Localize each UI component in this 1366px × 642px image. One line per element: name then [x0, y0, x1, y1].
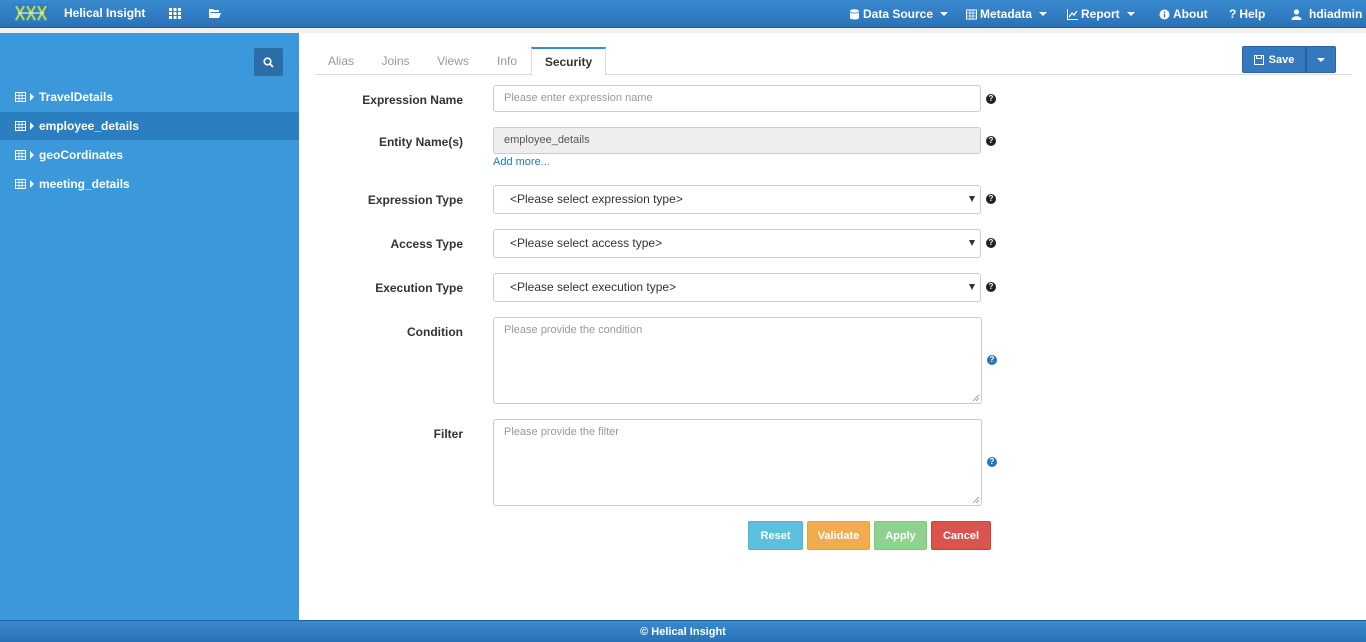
top-navbar: Helical Insight Data Source Metadata Rep…	[0, 0, 1366, 28]
menu-data-source[interactable]: Data Source	[849, 7, 949, 21]
menu-report-label: Report	[1081, 7, 1120, 21]
condition-textarea[interactable]: Please provide the condition	[493, 317, 982, 404]
user-icon	[1291, 8, 1302, 20]
menu-metadata[interactable]: Metadata	[966, 7, 1048, 21]
tab-info[interactable]: Info	[487, 47, 527, 75]
chevron-down-icon	[969, 196, 975, 202]
tab-security[interactable]: Security	[531, 47, 606, 76]
sidebar-item-meeting-details[interactable]: meeting_details	[0, 170, 299, 198]
help-icon[interactable]: ?	[987, 355, 997, 365]
sidebar-item-label: employee_details	[39, 119, 140, 133]
entity-names-label: Entity Name(s)	[378, 135, 463, 149]
caret-right-icon	[30, 151, 34, 159]
sidebar-item-label: meeting_details	[39, 177, 130, 191]
save-button-group: Save	[1242, 46, 1336, 73]
database-icon	[850, 8, 859, 19]
condition-placeholder: Please provide the condition	[504, 324, 643, 336]
access-type-value: <Please select access type>	[510, 236, 663, 250]
menu-data-source-label: Data Source	[863, 7, 934, 21]
copyright-icon: ©	[640, 625, 649, 638]
caret-right-icon	[30, 122, 34, 130]
chevron-down-icon	[969, 240, 975, 246]
menu-about[interactable]: About	[1159, 7, 1208, 21]
menu-report[interactable]: Report	[1067, 7, 1135, 21]
cancel-button[interactable]: Cancel	[931, 521, 991, 550]
footer: © Helical Insight	[0, 620, 1366, 642]
add-more-link[interactable]: Add more...	[493, 156, 550, 168]
entity-names-input: employee_details	[493, 127, 981, 154]
sidebar: TravelDetails employee_details geoCordin…	[0, 33, 299, 620]
chevron-down-icon	[1317, 57, 1325, 62]
execution-type-value: <Please select execution type>	[510, 280, 677, 294]
save-button[interactable]: Save	[1242, 46, 1306, 73]
sidebar-item-employee-details[interactable]: employee_details	[0, 112, 299, 140]
validate-button[interactable]: Validate	[807, 521, 870, 550]
expression-type-value: <Please select expression type>	[510, 192, 683, 206]
filter-textarea[interactable]: Please provide the filter	[493, 419, 982, 506]
help-icon[interactable]: ?	[986, 136, 996, 146]
tab-joins[interactable]: Joins	[373, 47, 418, 75]
tab-bar: Alias Joins Views Info Security	[315, 47, 1352, 76]
tab-views[interactable]: Views	[429, 47, 477, 75]
folder-open-icon[interactable]	[209, 7, 221, 19]
sidebar-item-label: geoCordinates	[39, 148, 124, 162]
condition-label: Condition	[407, 325, 463, 339]
help-icon[interactable]: ?	[986, 238, 996, 248]
filter-placeholder: Please provide the filter	[504, 426, 619, 438]
save-button-label: Save	[1268, 53, 1295, 66]
sidebar-item-geocordinates[interactable]: geoCordinates	[0, 141, 299, 169]
caret-right-icon	[30, 180, 34, 188]
sidebar-search-button[interactable]	[254, 48, 283, 76]
table-icon	[15, 92, 26, 102]
execution-type-label: Execution Type	[375, 281, 463, 295]
footer-text: Helical Insight	[651, 625, 726, 638]
access-type-select[interactable]: <Please select access type>	[493, 229, 981, 258]
reset-button[interactable]: Reset	[748, 521, 803, 550]
apply-button[interactable]: Apply	[874, 521, 927, 550]
caret-right-icon	[30, 93, 34, 101]
helical-logo-icon[interactable]	[14, 4, 48, 22]
chevron-down-icon	[969, 284, 975, 290]
expression-name-input[interactable]: Please enter expression name	[493, 85, 981, 112]
info-icon	[1159, 9, 1170, 19]
resize-handle-icon[interactable]	[972, 496, 980, 504]
sidebar-item-traveldetails[interactable]: TravelDetails	[0, 83, 299, 111]
menu-user[interactable]: hdiadmin	[1291, 7, 1362, 21]
table-icon	[15, 121, 26, 131]
menu-help-label: Help	[1239, 7, 1266, 21]
table-icon	[15, 150, 26, 160]
help-icon[interactable]: ?	[986, 282, 996, 292]
tab-alias[interactable]: Alias	[319, 47, 363, 75]
menu-metadata-label: Metadata	[980, 7, 1033, 21]
execution-type-select[interactable]: <Please select execution type>	[493, 273, 981, 302]
menu-about-label: About	[1173, 7, 1208, 21]
brand-name[interactable]: Helical Insight	[64, 6, 145, 20]
access-type-label: Access Type	[390, 237, 464, 251]
table-icon	[966, 9, 977, 19]
help-icon[interactable]: ?	[986, 194, 996, 204]
filter-label: Filter	[433, 427, 463, 441]
expression-type-label: Expression Type	[367, 193, 463, 207]
resize-handle-icon[interactable]	[972, 394, 980, 402]
expression-type-select[interactable]: <Please select expression type>	[493, 185, 981, 214]
sidebar-item-label: TravelDetails	[39, 90, 114, 104]
help-icon[interactable]: ?	[986, 94, 996, 104]
menu-user-label: hdiadmin	[1309, 7, 1363, 21]
help-icon[interactable]: ?	[987, 457, 997, 467]
question-icon: ?	[1229, 7, 1237, 21]
search-icon	[263, 56, 274, 68]
grid-icon[interactable]	[169, 7, 181, 19]
table-icon	[15, 179, 26, 189]
save-dropdown-toggle[interactable]	[1306, 46, 1336, 73]
floppy-disk-icon	[1253, 54, 1264, 65]
menu-help[interactable]: ? Help	[1229, 7, 1265, 21]
expression-name-label: Expression Name	[362, 93, 463, 107]
chart-icon	[1067, 8, 1078, 20]
